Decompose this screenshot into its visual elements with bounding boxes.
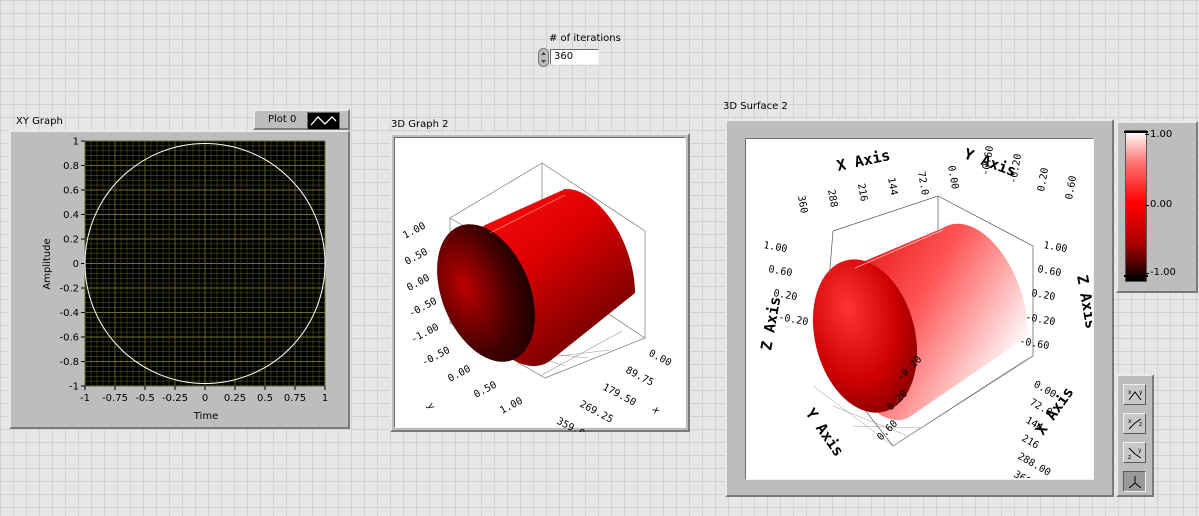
xy-x-tick-label: -0.75 (102, 393, 128, 404)
color-ramp-marker-top[interactable] (1124, 131, 1148, 133)
graph3d-x-tick-label: 89.75 (624, 365, 656, 389)
xy-x-tick-label: 1 (322, 393, 328, 404)
xy-y-tick-label: 0 (73, 259, 79, 270)
surface3d-z-axis-label-left: Z Axis (757, 295, 784, 351)
plot-legend-swatch-icon[interactable] (307, 112, 340, 130)
svg-text:z: z (1139, 421, 1142, 428)
surface3d-y-axis-label-bottom: Y Axis (802, 405, 848, 460)
surface3d-x-tick-bottom: 216 (1020, 433, 1041, 452)
surface3d-x-tick-top: 288 (825, 189, 839, 209)
xy-y-tick-label: -0.4 (59, 308, 79, 319)
svg-text:z: z (1128, 454, 1131, 461)
surface3d-y-tick-top: -0.20 (1008, 153, 1024, 185)
xy-y-tick-label: 0.8 (63, 161, 79, 172)
xy-graph-title: XY Graph (16, 116, 63, 127)
svg-text:y: y (1139, 389, 1143, 396)
surface3d-z-axis-label-right: Z Axis (1073, 274, 1092, 330)
chevron-down-icon (541, 60, 546, 63)
surface3d-x-tick-top: 72.0 (915, 171, 930, 197)
svg-text:y: y (1138, 447, 1142, 454)
xy-x-tick-label: 0.5 (257, 393, 273, 404)
xy-y-tick-label: -0.8 (59, 357, 79, 368)
color-ramp-label-mid: 0.00 (1150, 199, 1173, 210)
xy-y-tick-label: -0.6 (59, 333, 79, 344)
graph3d-z-tick-label: 1.00 (401, 221, 427, 242)
xz-view-button[interactable]: xz (1123, 413, 1146, 434)
surface3d-y-tick-top: 0.20 (1036, 167, 1051, 193)
yz-view-button[interactable]: zy (1123, 442, 1146, 463)
graph3d-x-tick-label: 269.25 (578, 399, 615, 426)
graph3d-y-axis-letter: y (424, 401, 437, 412)
surface3d-z-tick-right: -0.20 (1024, 312, 1056, 328)
xy-y-tick-label: 0.4 (63, 210, 79, 221)
graph3d-x-tick-label: 179.50 (601, 382, 638, 409)
graph3d-chart: 1.000.500.00-0.50-1.00 -0.500.000.501.00… (401, 162, 673, 432)
graph3d-y-tick-label: -0.50 (420, 345, 452, 369)
xy-y-tick-label: 0.6 (63, 186, 79, 197)
surface3d-x-tick-top: 216 (855, 183, 869, 203)
svg-text:x: x (1128, 418, 1132, 425)
xy-y-tick-label: 1 (73, 137, 79, 148)
yz-plane-icon: zy (1128, 447, 1142, 461)
xy-x-tick-label: 0.25 (224, 393, 246, 404)
xy-graph-chart: 1 0.8 0.6 0.4 0.2 0 -0.2 -0.4 -0.6 -0.8 -1 -1 -0.75… (42, 137, 328, 423)
graph3d-z-tick-label: -1.00 (409, 322, 441, 346)
surface3d-z-tick-left: 0.60 (767, 264, 793, 279)
iterations-input[interactable]: 360 (550, 49, 599, 65)
color-ramp-label-max: 1.00 (1150, 129, 1173, 140)
color-ramp-panel: 1.00 0.00 -1.00 (1116, 121, 1198, 293)
graph3d-z-tick-label: -0.50 (407, 296, 439, 320)
surface3d-z-tick-right: -0.60 (1018, 336, 1050, 352)
graph3d-x-tick-label: 0.00 (647, 348, 673, 369)
iterations-label: # of iterations (549, 33, 621, 44)
axes-3d-icon (1128, 475, 1141, 488)
graph3d-cylinder-surface (437, 188, 635, 367)
graph3d-y-tick-label: 0.50 (472, 380, 498, 401)
xy-y-tick-label: -1 (69, 382, 79, 393)
surface3d-x-axis-label-top: X Axis (835, 146, 892, 175)
surface3d-z-tick-right: 1.00 (1042, 240, 1068, 255)
xy-y-axis-label: Amplitude (42, 238, 53, 289)
default-view-button[interactable] (1123, 471, 1146, 492)
surface3d-z-tick-right: 0.60 (1036, 264, 1062, 279)
view-toolbar: xy xz zy (1116, 374, 1154, 497)
surface3d-title: 3D Surface 2 (723, 101, 788, 112)
xy-y-tick-label: -0.2 (59, 284, 79, 295)
surface3d-z-tick-right: 0.20 (1030, 288, 1056, 303)
surface3d-cylinder-surface (812, 223, 1029, 421)
graph3d-title: 3D Graph 2 (391, 119, 449, 130)
color-ramp-marker-bottom[interactable] (1124, 275, 1148, 277)
surface3d-x-tick-top: 0.00 (945, 165, 960, 191)
xy-y-tick-label: 0.2 (63, 235, 79, 246)
surface3d-y-tick-top: 0.60 (1064, 175, 1079, 201)
surface3d-chart: X Axis Y Axis Z Axis Z Axis Y Axis X Axi… (757, 145, 1092, 478)
xy-x-tick-label: 0.75 (284, 393, 306, 404)
graph3d-y-tick-label: 0.00 (446, 364, 472, 385)
xy-x-axis-label: Time (193, 411, 218, 422)
xy-view-button[interactable]: xy (1123, 384, 1146, 405)
iterations-increment-decrement[interactable] (538, 48, 549, 67)
graph3d-y-tick-label: 1.00 (498, 396, 524, 417)
surface3d-z-tick-left: 1.00 (762, 240, 788, 255)
plot-legend[interactable]: Plot 0 (253, 109, 350, 130)
color-ramp-label-min: -1.00 (1150, 267, 1176, 278)
surface3d-x-tick-top: 144 (885, 177, 899, 197)
xy-x-tick-label: -0.25 (162, 393, 188, 404)
chevron-up-icon (541, 52, 546, 55)
graph3d-x-tick-label: 359.00 (555, 416, 592, 432)
xy-x-tick-label: -0.5 (135, 393, 155, 404)
svg-text:x: x (1128, 389, 1132, 396)
xy-x-tick-label: -1 (80, 393, 90, 404)
surface3d-z-tick-left: -0.20 (777, 312, 809, 328)
graph3d-z-tick-label: 0.00 (405, 273, 431, 294)
xy-plane-icon: xy (1128, 389, 1143, 400)
surface3d-x-tick-top: 360 (795, 195, 809, 215)
color-ramp-bar[interactable] (1125, 130, 1147, 282)
xy-x-tick-label: 0 (202, 393, 208, 404)
graph3d-x-axis-letter: x (649, 405, 662, 416)
xz-plane-icon: xz (1128, 418, 1142, 429)
graph3d-z-tick-label: 0.50 (403, 247, 429, 268)
plot-legend-label: Plot 0 (268, 114, 297, 125)
